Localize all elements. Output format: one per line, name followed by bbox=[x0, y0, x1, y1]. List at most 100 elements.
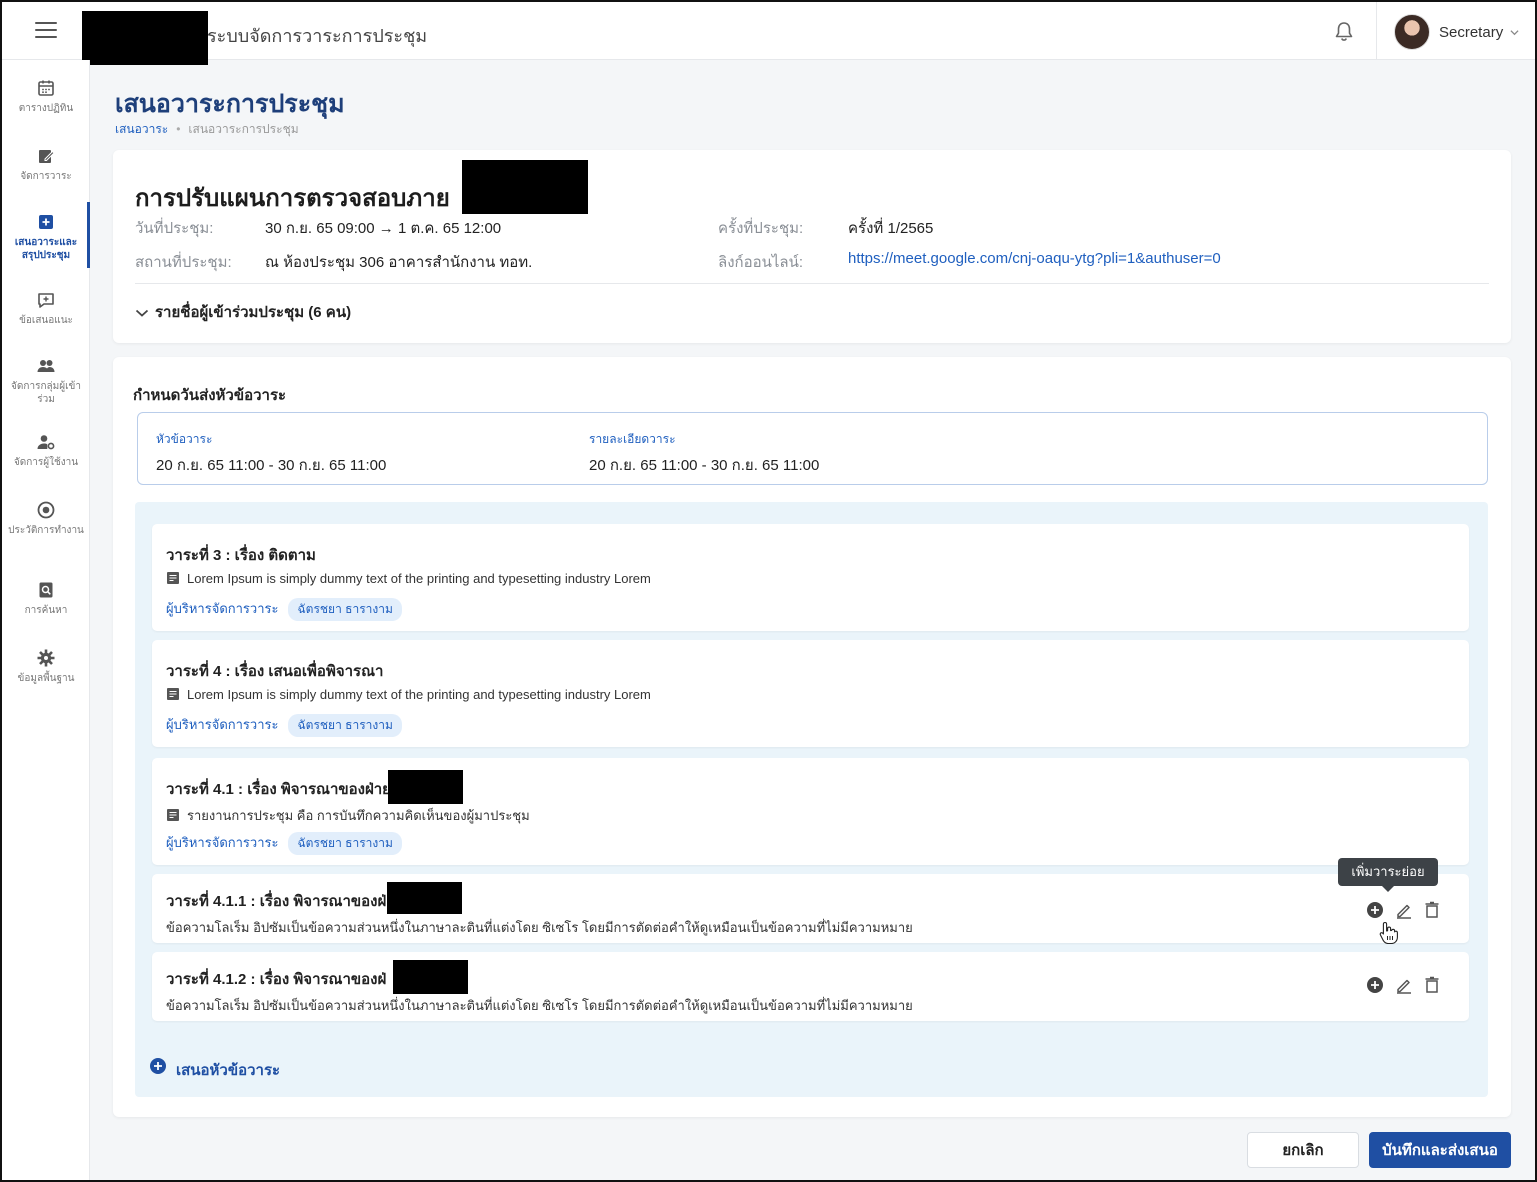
user-settings-icon bbox=[37, 435, 55, 450]
redacted-title-part bbox=[462, 160, 588, 214]
redacted-title-part bbox=[388, 770, 463, 804]
add-box-icon bbox=[39, 215, 53, 229]
person-tag[interactable]: ฉัตรชยา ธารางาม bbox=[288, 598, 402, 621]
sidebar-item-label: ข้อเสนอแนะ bbox=[19, 315, 73, 326]
agenda-item-desc-text: รายงานการประชุม คือ การบันทึกความคิดเห็น… bbox=[187, 808, 530, 823]
deadline-detail-label: รายละเอียดวาระ bbox=[589, 432, 676, 446]
delete-button[interactable] bbox=[1422, 900, 1442, 920]
pencil-icon bbox=[1397, 979, 1411, 994]
top-bar: ระบบจัดการวาระการประชุม Secretary bbox=[2, 2, 1535, 65]
add-sub-agenda-button[interactable] bbox=[1365, 900, 1385, 920]
user-name[interactable]: Secretary bbox=[1439, 24, 1503, 41]
attendees-toggle-label: รายชื่อผู้เข้าร่วมประชุม (6 คน) bbox=[155, 304, 352, 321]
agenda-item-desc: Lorem Ipsum is simply dummy text of the … bbox=[166, 687, 651, 702]
agenda-section-card: กำหนดวันส่งหัวข้อวาระ หัวข้อวาระ 20 ก.ย.… bbox=[113, 357, 1511, 1117]
sidebar-item-label: เสนอวาระและสรุปประชุม bbox=[14, 237, 78, 261]
breadcrumb-link[interactable]: เสนอวาระ bbox=[115, 122, 168, 136]
page-title: เสนอวาระการประชุม bbox=[115, 90, 345, 118]
deadline-topic-value: 20 ก.ย. 65 11:00 - 30 ก.ย. 65 11:00 bbox=[156, 457, 387, 474]
sidebar-item-groups[interactable]: จัดการกลุ่มผู้เข้าร่วม bbox=[2, 356, 90, 406]
document-icon bbox=[167, 688, 179, 700]
breadcrumb-separator: • bbox=[176, 122, 181, 136]
hand-cursor-icon bbox=[1379, 921, 1398, 944]
calendar-icon bbox=[38, 80, 54, 96]
user-divider bbox=[1376, 2, 1377, 60]
sub-agenda-title: วาระที่ 4.1.2 : เรื่อง พิจารณาของฝ่ bbox=[166, 971, 387, 988]
item-actions bbox=[1363, 900, 1453, 922]
search-doc-icon bbox=[39, 582, 53, 598]
meeting-link-label: ลิงก์ออนไลน์: bbox=[718, 254, 804, 271]
agenda-item-desc-text: Lorem Ipsum is simply dummy text of the … bbox=[187, 571, 651, 586]
menu-icon[interactable] bbox=[35, 22, 57, 38]
person-tag[interactable]: ฉัตรชยา ธารางาม bbox=[288, 832, 402, 855]
document-icon bbox=[167, 572, 179, 584]
add-agenda-topic-button[interactable]: เสนอหัวข้อวาระ bbox=[138, 1045, 1460, 1093]
person-tag[interactable]: ฉัตรชยา ธารางาม bbox=[288, 714, 402, 737]
chevron-down-icon bbox=[135, 309, 149, 317]
sidebar-item-label: ตารางปฏิทิน bbox=[18, 103, 74, 114]
breadcrumb: เสนอวาระ • เสนอวาระการประชุม bbox=[115, 120, 299, 139]
add-circle-icon bbox=[1367, 902, 1383, 918]
sidebar-item-master-data[interactable]: ข้อมูลพื้นฐาน bbox=[2, 648, 90, 685]
sub-agenda-title: วาระที่ 4.1.1 : เรื่อง พิจารณาของฝ่ bbox=[166, 893, 387, 910]
sidebar-item-propose-agenda[interactable]: เสนอวาระและสรุปประชุม bbox=[2, 202, 90, 268]
deadline-title: กำหนดวันส่งหัวข้อวาระ bbox=[133, 387, 287, 404]
pencil-icon bbox=[1397, 904, 1411, 919]
meeting-online-link[interactable]: https://meet.google.com/cnj-oaqu-ytg?pli… bbox=[848, 250, 1221, 267]
edit-button[interactable] bbox=[1394, 975, 1414, 995]
agenda-item-title: วาระที่ 4.1 : เรื่อง พิจารณาของฝ่าย bbox=[166, 781, 391, 798]
meeting-date-value: 30 ก.ย. 65 09:00 → 1 ต.ค. 65 12:00 bbox=[265, 220, 502, 237]
agenda-item[interactable]: วาระที่ 4.1 : เรื่อง พิจารณาของฝ่าย รายง… bbox=[152, 758, 1469, 865]
comment-add-icon bbox=[38, 293, 54, 308]
trash-icon bbox=[1425, 976, 1439, 993]
meeting-title: การปรับแผนการตรวจสอบภาย bbox=[135, 185, 450, 212]
group-icon bbox=[37, 360, 55, 372]
cancel-button[interactable]: ยกเลิก bbox=[1247, 1132, 1359, 1168]
sidebar-item-label: จัดการวาระ bbox=[20, 171, 72, 182]
agenda-item[interactable]: วาระที่ 3 : เรื่อง ติดตาม Lorem Ipsum is… bbox=[152, 524, 1469, 631]
agenda-role: ผู้บริหารจัดการวาระ bbox=[166, 835, 279, 850]
app-title: ระบบจัดการวาระการประชุม bbox=[207, 26, 428, 46]
deadline-detail-value: 20 ก.ย. 65 11:00 - 30 ก.ย. 65 11:00 bbox=[589, 457, 820, 474]
save-and-submit-button[interactable]: บันทึกและส่งเสนอ bbox=[1369, 1132, 1511, 1168]
chevron-down-icon[interactable] bbox=[1510, 28, 1519, 37]
sidebar-item-manage-agenda[interactable]: จัดการวาระ bbox=[2, 146, 90, 183]
sub-agenda-item[interactable]: วาระที่ 4.1.2 : เรื่อง พิจารณาของฝ่ ข้อค… bbox=[152, 952, 1469, 1021]
delete-button[interactable] bbox=[1422, 975, 1442, 995]
agenda-list: วาระที่ 3 : เรื่อง ติดตาม Lorem Ipsum is… bbox=[135, 502, 1488, 1097]
sidebar-item-users[interactable]: จัดการผู้ใช้งาน bbox=[2, 432, 90, 469]
agenda-item-desc: รายงานการประชุม คือ การบันทึกความคิดเห็น… bbox=[166, 805, 530, 826]
deadline-topic-label: หัวข้อวาระ bbox=[156, 432, 213, 446]
avatar[interactable] bbox=[1394, 14, 1430, 50]
agenda-item-desc-text: Lorem Ipsum is simply dummy text of the … bbox=[187, 687, 651, 702]
bell-icon[interactable] bbox=[1332, 20, 1356, 44]
agenda-item-title: วาระที่ 4 : เรื่อง เสนอเพื่อพิจารณา bbox=[166, 663, 384, 680]
sidebar-item-history[interactable]: ประวัติการทำงาน bbox=[2, 500, 90, 537]
app-window: ระบบจัดการวาระการประชุม Secretary ตารางป… bbox=[0, 0, 1537, 1182]
agenda-item[interactable]: วาระที่ 4 : เรื่อง เสนอเพื่อพิจารณา Lore… bbox=[152, 640, 1469, 747]
tooltip: เพิ่มวาระย่อย bbox=[1338, 858, 1438, 892]
sidebar-item-label: จัดการกลุ่มผู้เข้าร่วม bbox=[11, 381, 81, 405]
sidebar-item-calendar[interactable]: ตารางปฏิทิน bbox=[2, 78, 90, 115]
redacted-title-part bbox=[393, 960, 468, 994]
redacted-title-part bbox=[387, 882, 462, 914]
add-circle-icon bbox=[150, 1058, 166, 1074]
deadline-box: หัวข้อวาระ 20 ก.ย. 65 11:00 - 30 ก.ย. 65… bbox=[137, 412, 1488, 485]
agenda-item-meta: ผู้บริหารจัดการวาระ ฉัตรชยา ธารางาม bbox=[166, 714, 402, 737]
sidebar-item-search[interactable]: การค้นหา bbox=[2, 580, 90, 617]
agenda-item-meta: ผู้บริหารจัดการวาระ ฉัตรชยา ธารางาม bbox=[166, 832, 402, 855]
breadcrumb-current: เสนอวาระการประชุม bbox=[188, 122, 299, 136]
sidebar: ตารางปฏิทิน จัดการวาระ เสนอวาระและสรุปปร… bbox=[2, 60, 90, 1180]
attendees-toggle[interactable]: รายชื่อผู้เข้าร่วมประชุม (6 คน) bbox=[135, 300, 351, 324]
meeting-place-value: ณ ห้องประชุม 306 อาคารสำนักงาน ทอท. bbox=[265, 254, 533, 271]
sub-agenda-desc: ข้อความโลเร็ม อิปซัมเป็นข้อความส่วนหนึ่ง… bbox=[166, 920, 913, 935]
meeting-info-card: การปรับแผนการตรวจสอบภาย วันที่ประชุม: 30… bbox=[113, 150, 1511, 343]
meeting-date-label: วันที่ประชุม: bbox=[135, 220, 214, 237]
add-sub-agenda-button[interactable] bbox=[1365, 975, 1385, 995]
sub-agenda-item[interactable]: วาระที่ 4.1.1 : เรื่อง พิจารณาของฝ่ ข้อค… bbox=[152, 874, 1469, 943]
meeting-round-value: ครั้งที่ 1/2565 bbox=[848, 220, 934, 237]
document-icon bbox=[167, 809, 179, 821]
sidebar-item-feedback[interactable]: ข้อเสนอแนะ bbox=[2, 290, 90, 327]
meeting-place-label: สถานที่ประชุม: bbox=[135, 254, 232, 271]
edit-button[interactable] bbox=[1394, 900, 1414, 920]
